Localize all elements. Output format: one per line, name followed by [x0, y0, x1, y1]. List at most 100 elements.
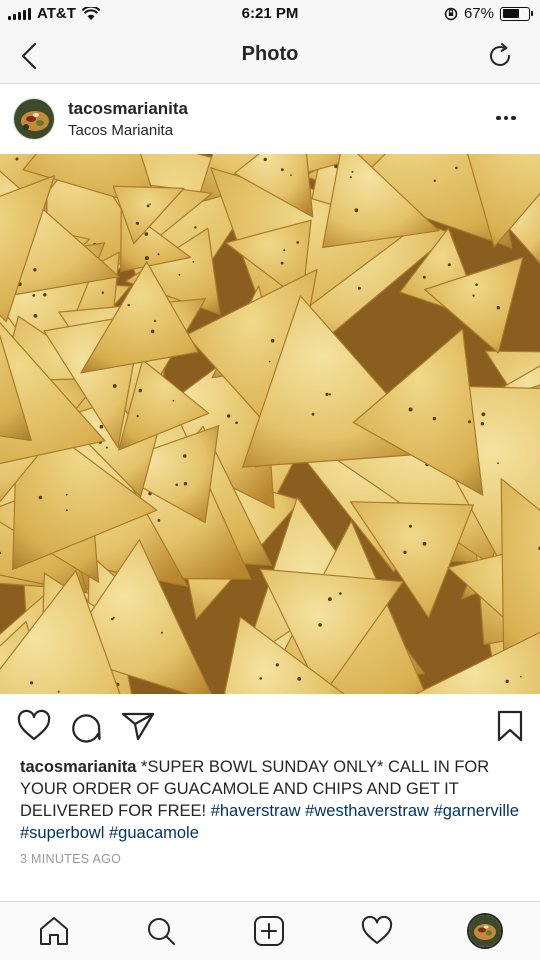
chip-speck	[422, 275, 426, 279]
profile-avatar[interactable]	[467, 913, 503, 949]
chip-speck	[33, 314, 38, 318]
hashtag[interactable]: #superbowl	[20, 824, 104, 842]
status-bar: AT&T 6:21 PM 67%	[0, 0, 540, 28]
hashtag[interactable]: #haverstraw	[211, 802, 301, 820]
post-photo[interactable]	[0, 154, 540, 694]
chip-speck	[296, 241, 300, 244]
chip-speck	[357, 286, 361, 290]
chip-speck	[153, 319, 157, 322]
home-icon[interactable]	[37, 914, 71, 948]
chip-speck	[409, 524, 412, 528]
orientation-lock-icon	[444, 7, 458, 20]
chip-speck	[408, 407, 413, 412]
chip-speck	[328, 393, 331, 396]
send-icon[interactable]	[120, 708, 156, 744]
chips-image	[0, 154, 540, 694]
chip-speck	[422, 541, 427, 546]
add-post-icon[interactable]	[252, 914, 286, 948]
chip-speck	[497, 462, 499, 465]
chip-speck	[33, 268, 37, 272]
chip-speck	[263, 157, 267, 162]
chip-speck	[157, 519, 161, 522]
chip-speck	[433, 179, 436, 182]
post-username[interactable]: tacosmarianita	[68, 99, 188, 119]
chip-speck	[480, 422, 485, 426]
chip-speck	[227, 414, 231, 418]
chip-speck	[38, 495, 43, 500]
chip-speck	[297, 677, 302, 681]
refresh-icon[interactable]	[484, 40, 516, 72]
chip-speck	[275, 663, 279, 667]
chip-speck	[43, 293, 47, 297]
chip-speck	[57, 690, 60, 693]
chip-speck	[99, 424, 104, 429]
chip-speck	[172, 399, 175, 402]
chip-speck	[105, 446, 108, 449]
chip-speck	[311, 412, 315, 416]
chip-speck	[65, 509, 68, 512]
chip-speck	[144, 256, 149, 261]
avatar-image	[14, 99, 54, 139]
bookmark-icon[interactable]	[492, 708, 528, 744]
chip-speck	[144, 232, 149, 236]
activity-heart-icon[interactable]	[360, 914, 394, 948]
nav-header: Photo	[0, 28, 540, 84]
hashtag[interactable]: #guacamole	[109, 824, 199, 842]
post-timestamp: 3 MINUTES AGO	[20, 852, 122, 866]
search-icon[interactable]	[144, 914, 178, 948]
post-location[interactable]: Tacos Marianita	[68, 122, 173, 139]
chip-speck	[146, 204, 150, 208]
chip-speck	[455, 166, 458, 170]
chip-speck	[339, 592, 342, 595]
chip-speck	[111, 617, 114, 621]
chip-speck	[318, 623, 322, 627]
chip-speck	[149, 203, 151, 205]
chip-speck	[472, 294, 475, 297]
battery-percent: 67%	[463, 5, 494, 22]
chip-speck	[403, 550, 407, 554]
chip-speck	[325, 392, 329, 396]
bottom-tab-bar	[0, 901, 540, 960]
chip-speck	[30, 681, 34, 685]
chip-speck	[432, 416, 437, 421]
chip-speck	[259, 677, 263, 680]
hashtag[interactable]: #garnerville	[434, 802, 519, 820]
hashtag[interactable]: #westhaverstraw	[305, 802, 429, 820]
chip-speck	[290, 174, 292, 176]
chip-speck	[150, 329, 155, 334]
chip-speck	[280, 168, 284, 172]
heart-icon[interactable]	[16, 708, 52, 744]
caption-username[interactable]: tacosmarianita	[20, 758, 136, 776]
avatar[interactable]	[13, 98, 55, 140]
chip-speck	[505, 679, 509, 684]
chip-speck	[160, 631, 163, 634]
chip-speck	[138, 388, 142, 393]
chip-speck	[270, 338, 275, 343]
chip-speck	[328, 597, 332, 602]
chip-speck	[235, 421, 238, 425]
chip-speck	[136, 415, 139, 418]
post-header: tacosmarianita Tacos Marianita	[0, 84, 540, 154]
chip-speck	[349, 176, 352, 179]
chip-speck	[112, 384, 117, 388]
chip-speck	[351, 170, 354, 173]
chip-speck	[520, 675, 522, 678]
chip-speck	[175, 483, 178, 487]
chip-speck	[283, 249, 286, 252]
battery-level-fill	[502, 9, 520, 18]
status-right: 67%	[444, 5, 533, 22]
chip-speck	[354, 208, 359, 213]
chip-speck	[182, 454, 187, 458]
post-caption: tacosmarianita *SUPER BOWL SUNDAY ONLY* …	[20, 756, 520, 844]
more-options-icon[interactable]	[496, 112, 520, 124]
chip-speck	[475, 283, 478, 286]
chip-speck	[481, 412, 486, 417]
chip-speck	[15, 157, 19, 161]
chip-speck	[178, 273, 181, 276]
chip-speck	[127, 303, 130, 307]
chip-speck	[268, 360, 271, 363]
comment-icon[interactable]	[68, 708, 104, 744]
chip-speck	[194, 226, 197, 229]
chip-speck	[135, 221, 139, 225]
battery-icon	[500, 6, 533, 21]
